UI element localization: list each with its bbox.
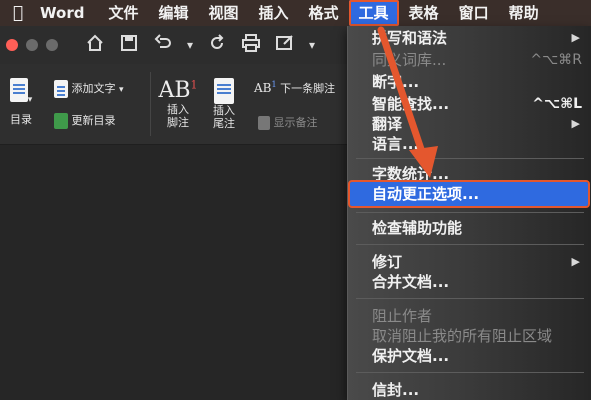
update-toc-button[interactable]: 更新目录 — [54, 112, 116, 129]
menu-tools[interactable]: 工具 — [348, 0, 399, 26]
menu-item-translate[interactable]: 翻译 ▶ — [348, 114, 591, 134]
menu-item-envelopes[interactable]: 信封... — [348, 380, 591, 400]
undo-icon[interactable] — [146, 33, 180, 57]
add-text-label: 添加文字 — [71, 82, 116, 95]
menu-item-track-changes[interactable]: 修订 ▶ — [348, 252, 591, 272]
window-controls — [6, 39, 58, 51]
menu-item-combine-documents[interactable]: 合并文档... — [348, 272, 591, 292]
menu-bar:  Word 文件 编辑 视图 插入 格式 工具 表格 窗口 帮助 — [0, 0, 591, 26]
toc-icon — [9, 78, 28, 102]
menu-item-spelling-grammar[interactable]: 拼写和语法 ▶ — [348, 28, 591, 48]
footnote-icon: AB1 — [158, 78, 198, 103]
save-icon[interactable] — [112, 34, 146, 57]
refresh-icon — [54, 113, 68, 129]
menu-item-hyphenation[interactable]: 断字... — [348, 72, 591, 92]
menu-item-protect-document[interactable]: 保护文档... — [348, 346, 591, 366]
close-window-button[interactable] — [6, 39, 18, 51]
redo-icon[interactable] — [200, 33, 234, 57]
menu-edit[interactable]: 编辑 — [148, 0, 198, 26]
menu-format[interactable]: 格式 — [299, 0, 349, 26]
more-icon[interactable]: ▾ — [302, 38, 322, 52]
menu-item-block-authors: 阻止作者 — [372, 307, 433, 325]
menu-file[interactable]: 文件 — [98, 0, 148, 26]
menu-separator — [356, 158, 584, 159]
menu-item-unblock-all: 取消阻止我的所有阻止区域 — [372, 327, 553, 345]
submenu-arrow-icon: ▶ — [571, 255, 580, 268]
show-notes-label: 显示备注 — [273, 116, 318, 129]
toc-button[interactable]: ▾ 目录 — [4, 78, 38, 127]
menu-item-word-count[interactable]: 字数统计... — [348, 164, 591, 184]
chevron-down-icon[interactable]: ▾ — [180, 38, 200, 52]
insert-footnote-button[interactable]: AB1 插入 脚注 — [158, 78, 198, 129]
toc-label: 目录 — [10, 113, 32, 126]
insert-endnote-label: 插入 尾注 — [213, 104, 235, 130]
menu-separator — [356, 372, 584, 373]
menu-separator — [356, 244, 584, 245]
endnote-icon — [204, 78, 244, 104]
next-footnote-label: 下一条脚注 — [280, 82, 336, 95]
add-text-button[interactable]: 添加文字 ▾ — [54, 80, 124, 98]
submenu-arrow-icon: ▶ — [571, 117, 580, 130]
menu-item-check-accessibility[interactable]: 检查辅助功能 — [348, 218, 591, 238]
menu-item-thesaurus: 同义词库... ^⌥⌘R — [372, 51, 582, 69]
next-footnote-button[interactable]: AB1 下一条脚注 — [254, 80, 335, 96]
insert-footnote-label: 插入 脚注 — [167, 103, 189, 129]
menu-item-smart-lookup[interactable]: 智能查找... ^⌥⌘L — [348, 94, 591, 114]
menu-item-language[interactable]: 语言... — [348, 134, 591, 154]
show-notes-button[interactable]: 显示备注 — [258, 114, 318, 130]
minimize-window-button[interactable] — [26, 39, 38, 51]
zoom-window-button[interactable] — [46, 39, 58, 51]
menu-separator — [356, 212, 584, 213]
print-icon[interactable] — [234, 33, 268, 57]
add-text-icon — [54, 80, 68, 98]
edit-icon[interactable] — [268, 34, 302, 57]
next-footnote-icon: AB1 — [254, 80, 277, 95]
shortcut-thesaurus: ^⌥⌘R — [530, 52, 582, 68]
menu-insert[interactable]: 插入 — [249, 0, 299, 26]
submenu-arrow-icon: ▶ — [571, 31, 580, 44]
menu-view[interactable]: 视图 — [198, 0, 248, 26]
menu-item-autocorrect-options[interactable]: 自动更正选项... — [348, 180, 590, 208]
menu-window[interactable]: 窗口 — [449, 0, 499, 26]
tools-menu-dropdown: 拼写和语法 ▶ 同义词库... ^⌥⌘R 断字... 智能查找... ^⌥⌘L … — [347, 26, 591, 400]
ribbon-divider — [150, 72, 151, 136]
apple-icon[interactable]:  — [0, 3, 36, 23]
menu-table[interactable]: 表格 — [399, 0, 449, 26]
notes-icon — [258, 116, 270, 130]
shortcut-smart-lookup: ^⌥⌘L — [532, 96, 582, 112]
menu-separator — [356, 298, 584, 299]
insert-endnote-button[interactable]: 插入 尾注 — [204, 78, 244, 130]
menu-word[interactable]: Word — [36, 0, 98, 26]
update-toc-label: 更新目录 — [71, 114, 116, 127]
home-icon[interactable] — [78, 34, 112, 57]
menu-help[interactable]: 帮助 — [499, 0, 549, 26]
